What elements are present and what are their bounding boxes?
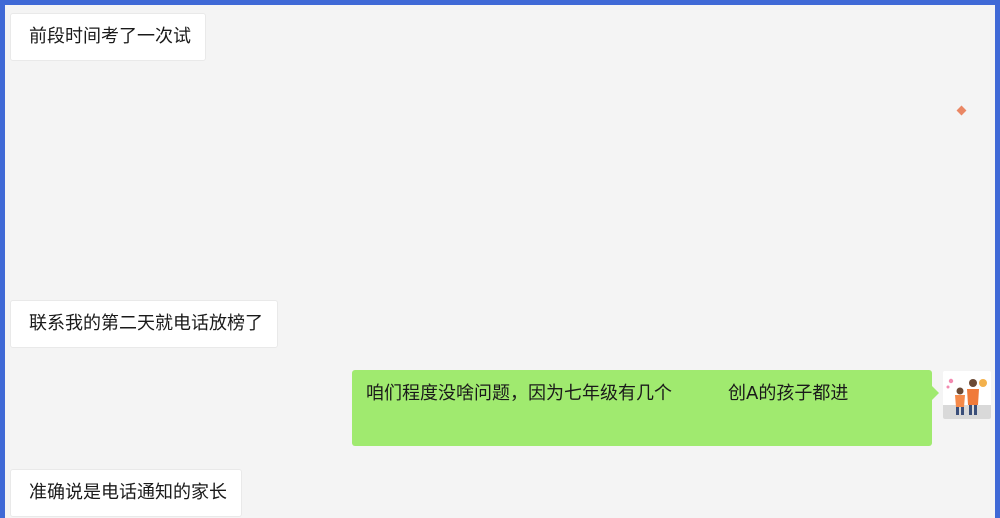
- message-text-part1: 咱们程度没啥问题，因为七年级有几个: [366, 383, 672, 404]
- user-avatar-icon[interactable]: [943, 371, 991, 419]
- message-bubble-outgoing[interactable]: 咱们程度没啥问题，因为七年级有几个 创A的孩子都进: [352, 370, 939, 446]
- message-text: 准确说是电话通知的家长: [29, 482, 227, 503]
- message-text-part2: 创A的孩子都进: [728, 383, 849, 404]
- message-bubble-incoming[interactable]: 准确说是电话通知的家长: [10, 469, 242, 517]
- small-sticker-icon: [956, 105, 967, 116]
- avatar-illustration: [943, 371, 991, 419]
- message-bubble-incoming[interactable]: 前段时间考了一次试: [10, 13, 206, 61]
- message-bubble-incoming[interactable]: 联系我的第二天就电话放榜了: [10, 300, 278, 348]
- chat-window: 前段时间考了一次试 联系我的第二天就电话放榜了 咱们程度没啥问题，因为七年级有几…: [0, 0, 1000, 518]
- message-text: 联系我的第二天就电话放榜了: [29, 313, 263, 334]
- message-text: 前段时间考了一次试: [29, 26, 191, 47]
